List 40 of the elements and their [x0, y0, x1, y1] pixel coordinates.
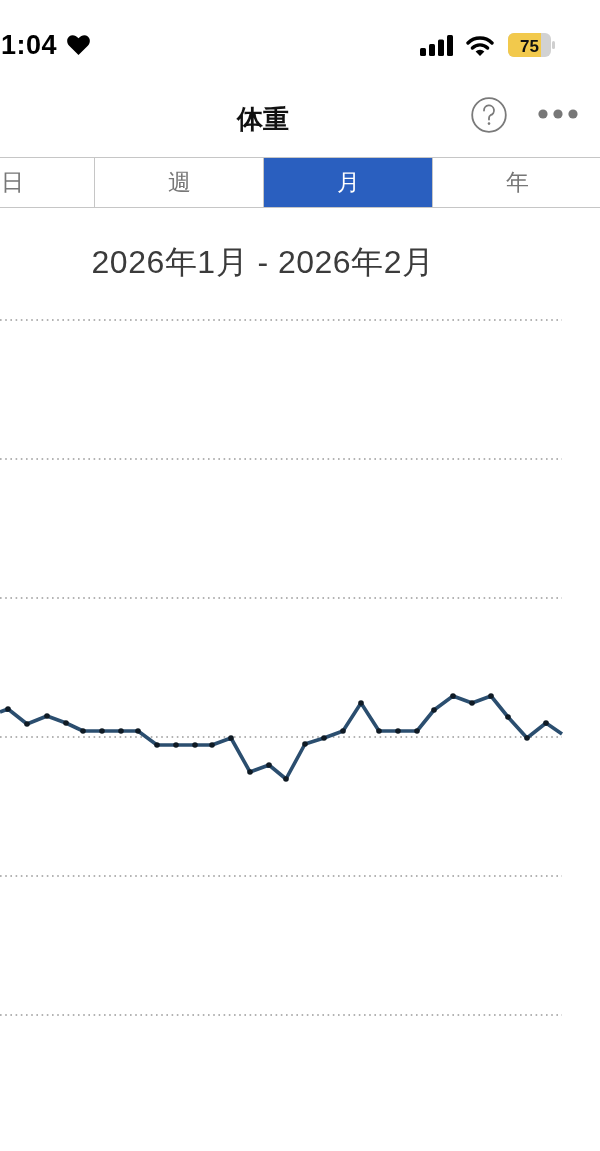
chart-point — [395, 728, 401, 734]
chart-point — [228, 735, 234, 741]
chart-point — [524, 735, 530, 741]
chart-point — [469, 700, 475, 706]
chart-point — [488, 693, 494, 699]
chart-point — [154, 742, 160, 748]
chart-point — [192, 742, 198, 748]
chart-point — [376, 728, 382, 734]
signal-icon — [420, 34, 453, 56]
date-range-title: 2026年1月 - 2026年2月 — [91, 243, 435, 282]
chart-point — [80, 728, 86, 734]
chart-point — [358, 700, 364, 706]
chart-point — [247, 769, 253, 775]
chart-point — [283, 776, 289, 782]
chart-point — [321, 735, 327, 741]
chart-point — [209, 742, 215, 748]
chart-point — [135, 728, 141, 734]
more-options-icon[interactable] — [538, 109, 578, 119]
chart-point — [505, 714, 511, 720]
chart-point — [24, 721, 30, 727]
chart-point — [543, 720, 549, 726]
period-tab[interactable]: 月 — [263, 158, 432, 207]
chart-point — [99, 728, 105, 734]
status-time: 1:04 — [1, 29, 58, 61]
chart-point — [450, 693, 456, 699]
chart-point — [266, 762, 272, 768]
chart-point — [173, 742, 179, 748]
chart-point — [340, 728, 346, 734]
chart-point — [5, 706, 11, 712]
chart-point — [414, 728, 420, 734]
page-title: 体重 — [237, 103, 289, 136]
chart-point — [63, 720, 69, 726]
help-icon[interactable] — [471, 97, 507, 133]
chart-point — [302, 741, 308, 747]
chart-point — [118, 728, 124, 734]
heart-icon — [67, 35, 91, 55]
battery-indicator: 75 — [508, 33, 555, 57]
chart-point — [431, 707, 437, 713]
chart-point — [44, 713, 50, 719]
wifi-icon — [466, 34, 494, 56]
